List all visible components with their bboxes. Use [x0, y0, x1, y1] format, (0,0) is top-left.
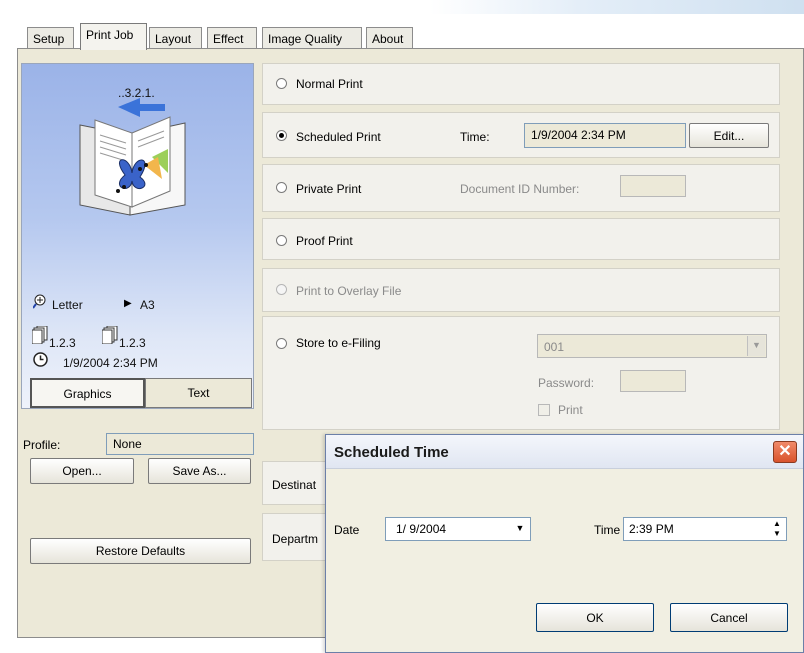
chevron-down-icon: ▼ [747, 336, 765, 356]
tab-about[interactable]: About [366, 27, 413, 49]
profile-label: Profile: [23, 438, 61, 452]
overlay-radio[interactable] [276, 284, 287, 295]
edit-time-button[interactable]: Edit... [689, 123, 769, 148]
efiling-box-value: 001 [544, 340, 565, 354]
dialog-title-bar: Scheduled Time ✕ [326, 435, 803, 469]
spinner-arrows-icon[interactable]: ▲ ▼ [770, 519, 784, 539]
proof-print-label: Proof Print [296, 234, 353, 248]
date-picker[interactable]: 1/ 9/2004 ▼ [385, 517, 531, 541]
document-id-field[interactable] [620, 175, 686, 197]
scheduled-print-label: Scheduled Print [296, 130, 381, 144]
collated-copies-label: 1.2.3 [49, 336, 76, 350]
document-id-label: Document ID Number: [460, 182, 580, 196]
time-value: 2:39 PM [629, 522, 674, 536]
destination-label: Destinat [272, 478, 317, 492]
scheduled-time-field[interactable]: 1/9/2004 2:34 PM [524, 123, 686, 148]
booklet-icon [79, 98, 186, 216]
tab-image-quality[interactable]: Image Quality [262, 27, 362, 49]
save-as-button[interactable]: Save As... [148, 458, 251, 484]
date-value: 1/ 9/2004 [396, 522, 447, 536]
efiling-box-select[interactable]: 001 ▼ [537, 334, 767, 358]
paper-size-label: Letter [52, 298, 83, 312]
dialog-title: Scheduled Time [334, 444, 449, 461]
tab-setup[interactable]: Setup [27, 27, 74, 49]
normal-print-label: Normal Print [296, 77, 363, 91]
copies-stack-icon [31, 325, 48, 347]
store-efiling-label: Store to e-Filing [296, 336, 381, 350]
copies-stack-icon [101, 325, 118, 347]
tab-print-job[interactable]: Print Job [80, 23, 147, 50]
clock-icon [33, 352, 48, 370]
scheduled-time-dialog: Scheduled Time ✕ Date 1/ 9/2004 ▼ Time 2… [325, 434, 804, 653]
date-label: Date [334, 523, 360, 537]
store-efiling-radio[interactable] [276, 338, 287, 349]
efiling-password-label: Password: [538, 376, 595, 390]
scheduled-print-radio[interactable] [276, 130, 287, 141]
ok-button[interactable]: OK [536, 603, 654, 632]
uncollated-copies-label: 1.2.3 [119, 336, 146, 350]
efiling-print-label: Print [558, 403, 583, 417]
private-print-label: Private Print [296, 182, 362, 196]
output-arrow-icon: ▶ [124, 298, 132, 309]
output-size-label: A3 [140, 298, 155, 312]
time-label: Time: [460, 130, 490, 144]
chevron-down-icon[interactable]: ▼ [511, 519, 529, 539]
close-icon[interactable]: ✕ [773, 441, 797, 463]
view-graphics-button[interactable]: Graphics [30, 378, 145, 408]
time-label: Time [594, 523, 621, 537]
tab-layout[interactable]: Layout [149, 27, 202, 49]
proof-print-radio[interactable] [276, 235, 287, 246]
paper-size-icon [32, 293, 49, 312]
time-spinner[interactable]: 2:39 PM ▲ ▼ [623, 517, 787, 541]
overlay-label: Print to Overlay File [296, 284, 402, 298]
cancel-button[interactable]: Cancel [670, 603, 788, 632]
efiling-print-checkbox[interactable] [538, 404, 550, 416]
window-top-strip [430, 0, 804, 14]
scheduled-time-label: 1/9/2004 2:34 PM [63, 356, 158, 370]
department-label: Departm [272, 532, 319, 546]
efiling-password-field[interactable] [620, 370, 686, 392]
profile-field[interactable]: None [106, 433, 254, 455]
open-button[interactable]: Open... [30, 458, 134, 484]
restore-defaults-button[interactable]: Restore Defaults [30, 538, 251, 564]
page-order-arrow-icon [118, 98, 165, 117]
view-text-button[interactable]: Text [145, 378, 252, 408]
normal-print-radio[interactable] [276, 78, 287, 89]
tab-effect[interactable]: Effect [207, 27, 257, 49]
private-print-radio[interactable] [276, 182, 287, 193]
